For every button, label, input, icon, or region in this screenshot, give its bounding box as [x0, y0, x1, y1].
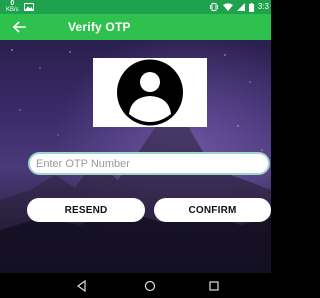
data-rate-unit: KB/s: [6, 7, 19, 13]
image-notification-icon: [23, 3, 34, 11]
status-bar: 0 KB/s 3:3: [0, 0, 271, 14]
status-right: 3:3: [209, 0, 269, 14]
wifi-icon: [222, 3, 233, 11]
back-arrow-icon[interactable]: [8, 16, 30, 38]
user-avatar-icon: [117, 59, 183, 126]
vibrate-icon: [209, 3, 218, 11]
data-rate: 0 KB/s: [6, 0, 19, 13]
status-left: 0 KB/s: [6, 0, 34, 14]
nav-recent-icon[interactable]: [206, 278, 222, 294]
resend-button[interactable]: RESEND: [27, 198, 145, 222]
content-area: RESEND CONFIRM: [0, 40, 271, 273]
cell-signal-icon: [236, 3, 245, 11]
battery-icon: [248, 2, 254, 12]
app-bar: Verify OTP: [0, 14, 271, 40]
avatar: [93, 58, 207, 127]
navigation-bar: [0, 273, 271, 298]
status-time: 3:3: [257, 2, 269, 11]
otp-input[interactable]: [28, 152, 270, 175]
nav-home-icon[interactable]: [142, 278, 158, 294]
confirm-button[interactable]: CONFIRM: [154, 198, 271, 222]
page-title: Verify OTP: [68, 20, 131, 34]
nav-back-icon[interactable]: [74, 278, 90, 294]
